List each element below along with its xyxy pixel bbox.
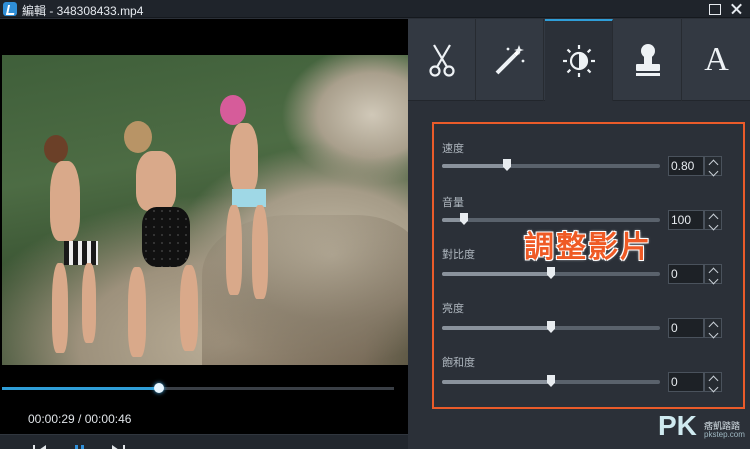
- app-logo-icon: [3, 2, 17, 16]
- annotation-caption: 調整影片: [524, 230, 652, 265]
- timeline-progress[interactable]: [2, 383, 394, 393]
- scissors-icon: [428, 44, 455, 77]
- person-right: [212, 95, 282, 305]
- next-frame-icon[interactable]: [112, 445, 126, 449]
- watermark-subtext: pkstep.com: [704, 430, 745, 439]
- progress-fill: [2, 387, 159, 390]
- playback-controls: [0, 434, 408, 449]
- saturation-slider[interactable]: [442, 375, 660, 387]
- brightness-slider[interactable]: [442, 321, 660, 333]
- magic-wand-icon: [495, 45, 524, 75]
- contrast-stepper[interactable]: [704, 264, 722, 285]
- previous-frame-icon[interactable]: [33, 445, 47, 449]
- saturation-label: 飽和度: [442, 357, 475, 369]
- tab-cut[interactable]: [408, 19, 476, 101]
- tab-watermark[interactable]: [614, 19, 682, 101]
- volume-value-input[interactable]: 100: [668, 210, 704, 230]
- brightness-stepper[interactable]: [704, 318, 722, 339]
- stamp-icon: [635, 44, 660, 76]
- tab-adjust[interactable]: [545, 19, 613, 101]
- brightness-label: 亮度: [442, 303, 464, 315]
- maximize-icon[interactable]: [706, 1, 722, 17]
- speed-label: 速度: [442, 143, 464, 155]
- person-middle: [110, 121, 210, 361]
- preview-pane: 00:00:29 / 00:00:46: [0, 19, 408, 449]
- watermark-logo: PK: [658, 410, 697, 441]
- speed-stepper[interactable]: [704, 156, 722, 177]
- text-a-icon: A: [704, 41, 729, 78]
- volume-label: 音量: [442, 197, 464, 209]
- video-preview[interactable]: [2, 55, 408, 365]
- brightness-value-input[interactable]: 0: [668, 318, 704, 338]
- contrast-label: 對比度: [442, 249, 475, 261]
- title-bar: 編輯 - 348308433.mp4: [0, 0, 750, 18]
- tab-effects[interactable]: [476, 19, 544, 101]
- edit-toolbar: A: [408, 19, 750, 101]
- saturation-value-input[interactable]: 0: [668, 372, 704, 392]
- saturation-stepper[interactable]: [704, 372, 722, 393]
- contrast-value-input[interactable]: 0: [668, 264, 704, 284]
- contrast-slider[interactable]: [442, 267, 660, 279]
- pause-icon[interactable]: [74, 445, 86, 449]
- window-title: 編輯 - 348308433.mp4: [22, 4, 144, 18]
- brightness-contrast-icon: [562, 45, 595, 77]
- close-icon[interactable]: [728, 1, 744, 17]
- progress-thumb[interactable]: [154, 383, 164, 393]
- tab-text[interactable]: A: [683, 19, 750, 101]
- speed-value-input[interactable]: 0.80: [668, 156, 704, 176]
- time-display: 00:00:29 / 00:00:46: [28, 412, 132, 426]
- speed-slider[interactable]: [442, 159, 660, 171]
- person-left: [36, 135, 116, 355]
- volume-stepper[interactable]: [704, 210, 722, 231]
